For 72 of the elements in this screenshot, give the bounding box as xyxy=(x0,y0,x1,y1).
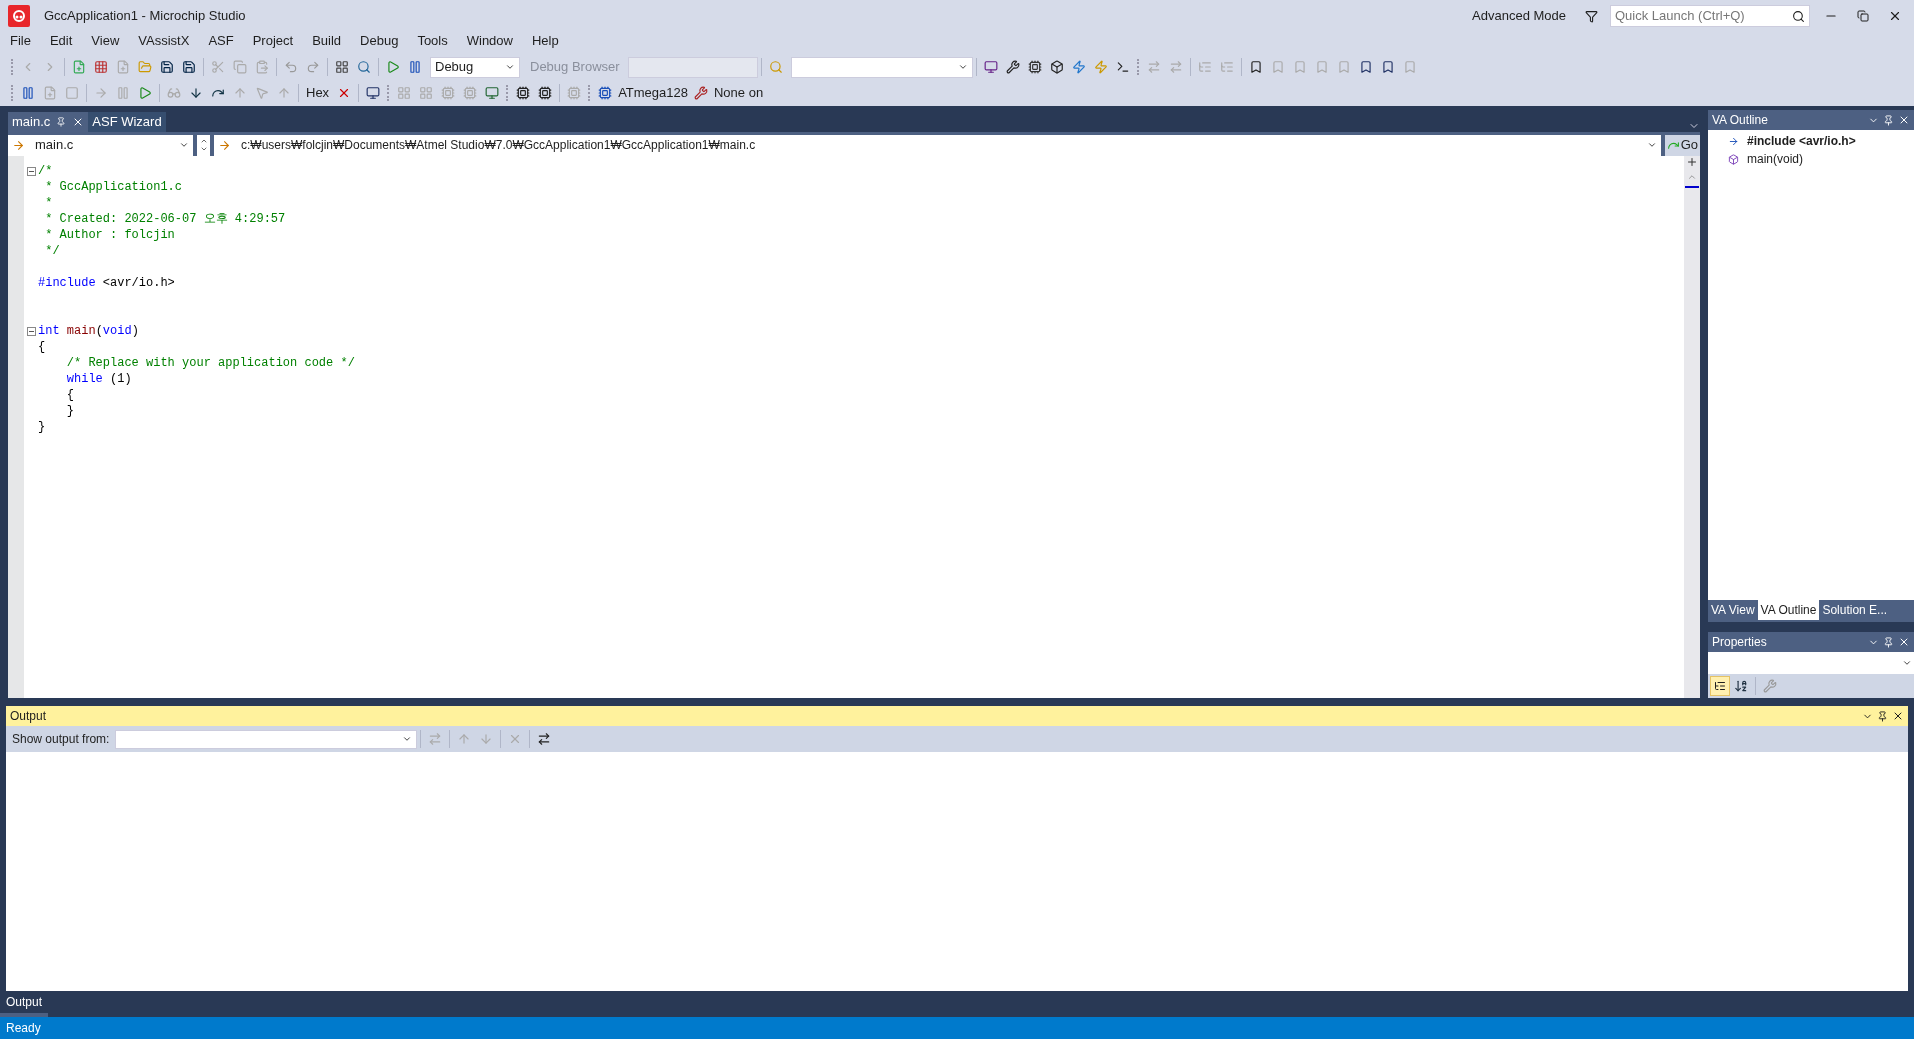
close-icon[interactable] xyxy=(1898,114,1910,126)
scrollbar[interactable] xyxy=(1684,156,1700,698)
menu-item[interactable]: Help xyxy=(526,31,565,51)
panel-header: Output xyxy=(6,706,1908,726)
window-title: GccApplication1 - Microchip Studio xyxy=(44,7,246,26)
document-tab[interactable]: main.c xyxy=(8,112,89,132)
path-dropdown[interactable]: c:₩users₩folcjin₩Documents₩Atmel Studio₩7.0₩GccApplication1₩GccApplication1₩main.c xyxy=(214,134,1661,156)
menu-item[interactable]: Edit xyxy=(43,31,79,51)
menu-item[interactable]: Debug xyxy=(354,31,405,51)
go-button[interactable]: Go xyxy=(1664,134,1700,156)
pin-icon[interactable] xyxy=(1883,636,1894,648)
code-line: #include <avr/io.h> xyxy=(38,275,175,291)
panel-header: Properties xyxy=(1708,632,1914,652)
code-line: { xyxy=(65,387,74,403)
outline-item[interactable]: main(void) xyxy=(1728,150,1914,168)
mode-label[interactable]: Advanced Mode xyxy=(1472,6,1566,26)
code-line: * Created: 2022-06-07 오후 4:29:57 xyxy=(44,211,286,227)
panel-tab[interactable]: VA View xyxy=(1708,600,1758,620)
quick-launch-field[interactable]: Quick Launch (Ctrl+Q) xyxy=(1610,5,1810,27)
fold-icon[interactable] xyxy=(26,166,36,176)
code-line: * GccApplication1.c xyxy=(44,179,183,195)
caret-icon xyxy=(179,140,189,150)
code-line: while (1) xyxy=(65,371,132,387)
configuration-dropdown[interactable]: Debug xyxy=(430,56,520,78)
hex-button[interactable]: Hex xyxy=(302,83,334,103)
code-line: * Author : folcjin xyxy=(44,227,175,243)
pin-icon[interactable] xyxy=(1877,710,1888,722)
close-icon[interactable] xyxy=(1892,710,1904,722)
device-button[interactable]: ATmega128 xyxy=(616,83,690,103)
include-icon xyxy=(1728,135,1739,147)
code-line: } xyxy=(38,419,46,435)
scroll-up-icon[interactable] xyxy=(1687,172,1697,182)
categorized-icon[interactable] xyxy=(1710,676,1730,696)
caret-icon xyxy=(1646,140,1657,150)
caret-icon xyxy=(505,62,515,72)
menu-item[interactable]: Tools xyxy=(411,31,454,51)
file-dropdown[interactable]: main.c xyxy=(8,134,193,156)
panel-header: VA Outline xyxy=(1708,110,1914,130)
menu-item[interactable]: View xyxy=(85,31,126,51)
panel-tab[interactable]: VA Outline xyxy=(1757,600,1820,620)
code-line: { xyxy=(38,339,46,355)
caret-icon xyxy=(957,62,968,72)
code-line: /* xyxy=(38,163,53,179)
caret-icon xyxy=(402,734,413,744)
fold-icon[interactable] xyxy=(26,326,36,336)
menu-item[interactable]: ASF xyxy=(202,31,240,51)
app-logo-icon xyxy=(8,5,30,27)
pin-icon[interactable] xyxy=(1883,114,1894,126)
menu-item[interactable]: VAssistX xyxy=(132,31,196,51)
menu-item[interactable]: Window xyxy=(460,31,519,51)
tool-button[interactable]: None on xyxy=(712,83,766,103)
code-line: int main(void) xyxy=(38,323,139,339)
search-icon[interactable] xyxy=(1792,9,1805,23)
panel-tab[interactable]: Solution E... xyxy=(1819,600,1891,620)
arrow-icon xyxy=(218,138,231,152)
output-source-label: Show output from: xyxy=(12,731,110,748)
pin-icon[interactable] xyxy=(56,117,67,127)
code-line: */ xyxy=(44,243,60,259)
caret-icon xyxy=(1902,658,1912,668)
code-line: } xyxy=(65,403,74,419)
spin-icon[interactable] xyxy=(197,134,210,156)
status-bar: Ready xyxy=(0,1017,1914,1039)
cube-icon xyxy=(1728,153,1739,165)
document-tab[interactable]: ASF Wizard xyxy=(88,112,166,132)
menu-item[interactable]: Project xyxy=(246,31,300,51)
menu-item[interactable]: Build xyxy=(306,31,348,51)
close-icon[interactable] xyxy=(1898,636,1910,648)
outline-item[interactable]: #include <avr/io.h> xyxy=(1728,132,1914,150)
code-line: /* Replace with your application code */ xyxy=(65,355,355,371)
arrow-icon xyxy=(12,138,25,152)
menu-item[interactable]: File xyxy=(4,31,37,51)
code-line: * xyxy=(44,195,53,211)
